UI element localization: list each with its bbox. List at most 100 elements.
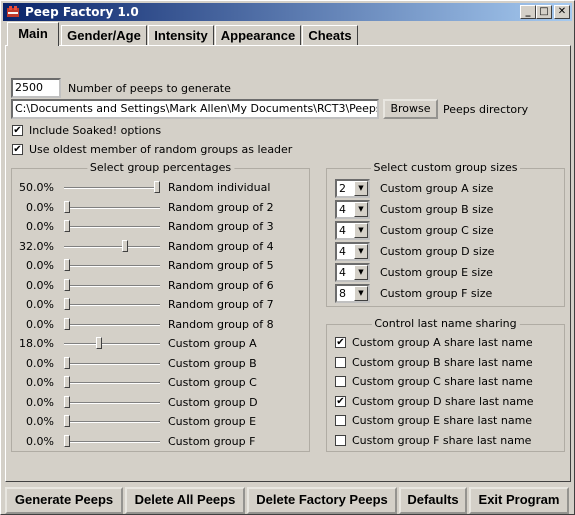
- close-button[interactable]: ✕: [554, 5, 570, 19]
- percentage-slider-track[interactable]: [64, 337, 160, 349]
- percentage-slider-thumb[interactable]: [64, 259, 70, 271]
- generate-peeps-button[interactable]: Generate Peeps: [5, 487, 123, 514]
- percentage-slider-thumb[interactable]: [64, 356, 70, 369]
- percentage-group-name: Random group of 2: [168, 200, 274, 214]
- percentage-slider-track[interactable]: [64, 278, 160, 291]
- custom-size-label: Custom group B size: [380, 203, 494, 216]
- percentage-slider-track[interactable]: [64, 395, 160, 408]
- tab-appearance[interactable]: Appearance: [215, 25, 301, 45]
- percentage-slider-thumb[interactable]: [154, 181, 160, 193]
- peep-factory-window: Peep Factory 1.0 _ □ ✕ Main Gender/Age I…: [0, 0, 575, 515]
- percentage-slider-thumb[interactable]: [64, 395, 70, 408]
- exit-program-button[interactable]: Exit Program: [469, 487, 569, 514]
- share-last-name-checkbox[interactable]: [335, 434, 346, 446]
- check-icon: ✔: [13, 144, 22, 155]
- share-last-name-checkbox[interactable]: [335, 415, 346, 426]
- tab-intensity[interactable]: Intensity: [148, 25, 214, 45]
- percentage-value: 0.0%: [26, 298, 54, 311]
- chevron-down-icon[interactable]: ▼: [354, 223, 368, 238]
- percentage-slider-track[interactable]: [64, 376, 160, 388]
- delete-all-peeps-button[interactable]: Delete All Peeps: [125, 487, 245, 514]
- percentage-slider-track[interactable]: [64, 220, 160, 232]
- soaked-label: Include Soaked! options: [29, 124, 162, 137]
- percentage-slider-track[interactable]: [64, 298, 160, 310]
- percentage-slider-track[interactable]: [64, 356, 160, 369]
- custom-size-select[interactable]: 4 ▼: [335, 242, 370, 261]
- group-percentages-box: Select group percentages 50.0% Random ind…: [11, 161, 310, 452]
- maximize-icon: □: [539, 6, 549, 17]
- percentage-value: 0.0%: [26, 259, 54, 272]
- defaults-button[interactable]: Defaults: [399, 487, 467, 514]
- tab-main[interactable]: Main: [7, 22, 59, 46]
- percentage-slider-track[interactable]: [64, 434, 160, 447]
- check-icon: ✔: [336, 337, 345, 348]
- group-percentages-title: Select group percentages: [86, 161, 235, 174]
- percentage-value: 0.0%: [26, 200, 54, 214]
- percentage-slider-thumb[interactable]: [64, 278, 70, 291]
- title-bar[interactable]: Peep Factory 1.0 _ □ ✕: [3, 3, 572, 21]
- percentage-slider-thumb[interactable]: [121, 239, 128, 252]
- custom-size-select[interactable]: 4 ▼: [335, 200, 370, 219]
- percentage-value: 32.0%: [19, 239, 54, 253]
- custom-sizes-title: Select custom group sizes: [370, 161, 521, 174]
- custom-size-select[interactable]: 8 ▼: [335, 284, 370, 303]
- tab-gender-age[interactable]: Gender/Age: [61, 25, 147, 45]
- percentage-slider-track[interactable]: [64, 259, 160, 271]
- maximize-button[interactable]: □: [536, 5, 552, 19]
- chevron-down-icon[interactable]: ▼: [354, 265, 368, 280]
- custom-size-value: 4: [339, 224, 346, 237]
- percentage-value: 0.0%: [26, 220, 54, 233]
- minimize-button[interactable]: _: [520, 5, 536, 19]
- share-last-name-checkbox[interactable]: [335, 356, 346, 368]
- percentage-group-name: Custom group D: [168, 395, 258, 409]
- percentage-slider-track[interactable]: [64, 200, 160, 213]
- percentage-group-name: Random group of 6: [168, 278, 274, 292]
- share-last-name-checkbox[interactable]: ✔: [335, 337, 346, 348]
- share-last-name-checkbox[interactable]: [335, 376, 346, 387]
- minimize-icon: _: [525, 6, 531, 17]
- custom-size-value: 4: [339, 203, 346, 216]
- share-last-name-label: Custom group F share last name: [352, 433, 532, 447]
- share-last-name-label: Custom group B share last name: [352, 355, 533, 369]
- custom-size-value: 8: [339, 287, 346, 300]
- oldest-leader-checkbox[interactable]: ✔: [12, 144, 23, 155]
- percentage-group-name: Custom group C: [168, 376, 257, 389]
- percentage-slider-track[interactable]: [64, 415, 160, 427]
- percentage-slider-track[interactable]: [64, 317, 160, 330]
- num-peeps-input[interactable]: 2500: [11, 78, 61, 98]
- tab-cheats[interactable]: Cheats: [302, 25, 358, 45]
- custom-size-select[interactable]: 4 ▼: [335, 263, 370, 282]
- delete-factory-peeps-button[interactable]: Delete Factory Peeps: [247, 487, 397, 514]
- peeps-directory-input[interactable]: C:\Documents and Settings\Mark Allen\My …: [11, 99, 379, 119]
- percentage-slider-thumb[interactable]: [64, 434, 70, 447]
- soaked-checkbox[interactable]: ✔: [12, 125, 23, 136]
- percentage-group-name: Custom group B: [168, 356, 257, 370]
- percentage-slider-track[interactable]: [64, 181, 160, 193]
- percentage-slider-thumb[interactable]: [96, 337, 103, 349]
- custom-size-select[interactable]: 2 ▼: [335, 179, 370, 198]
- percentage-slider-thumb[interactable]: [64, 298, 70, 310]
- oldest-leader-label: Use oldest member of random groups as le…: [29, 143, 293, 156]
- custom-size-select[interactable]: 4 ▼: [335, 221, 370, 240]
- browse-button[interactable]: Browse: [383, 99, 438, 119]
- percentage-slider-thumb[interactable]: [64, 415, 70, 427]
- check-icon: ✔: [13, 125, 22, 136]
- share-last-name-checkbox[interactable]: ✔: [335, 395, 346, 407]
- custom-size-label: Custom group E size: [380, 266, 493, 279]
- percentage-group-name: Random group of 5: [168, 259, 274, 272]
- percentage-value: 0.0%: [26, 395, 54, 409]
- percentage-slider-thumb[interactable]: [64, 317, 70, 330]
- percentage-value: 0.0%: [26, 415, 54, 428]
- share-last-name-label: Custom group D share last name: [352, 394, 534, 408]
- percentage-slider-thumb[interactable]: [64, 376, 70, 388]
- percentage-slider-thumb[interactable]: [64, 220, 70, 232]
- chevron-down-icon[interactable]: ▼: [354, 181, 368, 196]
- percentage-slider-track[interactable]: [64, 239, 160, 252]
- percentage-slider-thumb[interactable]: [64, 200, 70, 213]
- percentage-group-name: Random group of 8: [168, 317, 274, 331]
- num-peeps-label: Number of peeps to generate: [68, 82, 231, 95]
- chevron-down-icon[interactable]: ▼: [354, 286, 368, 301]
- percentage-value: 0.0%: [26, 278, 54, 292]
- chevron-down-icon[interactable]: ▼: [354, 244, 368, 259]
- chevron-down-icon[interactable]: ▼: [354, 202, 368, 217]
